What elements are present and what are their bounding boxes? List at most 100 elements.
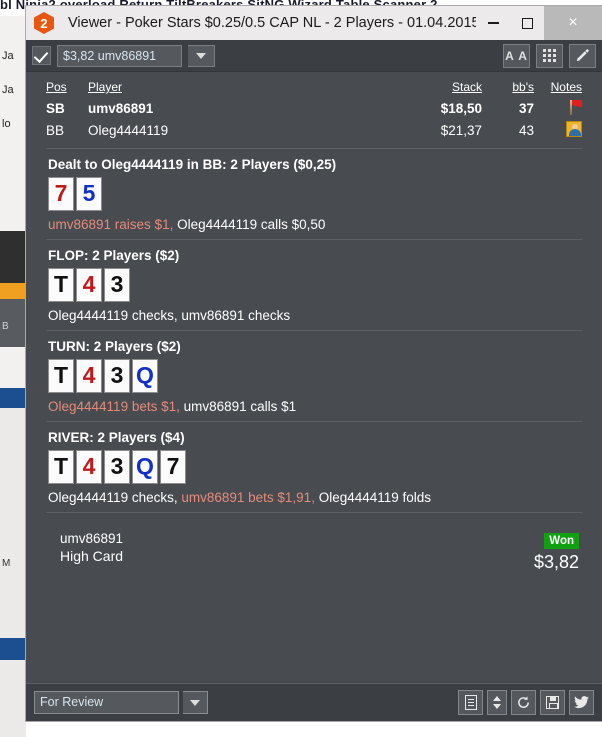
card: 7 (160, 450, 186, 484)
hand-select-checkbox[interactable] (32, 46, 51, 65)
background-orange-block (0, 283, 26, 299)
divider (46, 239, 582, 240)
players-table: Pos Player Stack bb's Notes SB umv86891 … (46, 80, 582, 141)
player-note-cell[interactable] (534, 119, 582, 141)
player-bbs: 37 (482, 97, 534, 119)
player-avatar-icon[interactable] (566, 121, 582, 137)
viewer-window: 2 Viewer - Poker Stars $0.25/0.5 CAP NL … (26, 6, 602, 721)
share-twitter-button[interactable] (569, 690, 594, 715)
hand-summary: umv86891 High Card Won $3,82 (46, 531, 582, 593)
window-titlebar[interactable]: 2 Viewer - Poker Stars $0.25/0.5 CAP NL … (26, 6, 602, 40)
background-gray-block: B (0, 299, 26, 347)
notepad-button[interactable] (458, 690, 483, 715)
maximize-icon (522, 18, 533, 29)
cards-row-flop: T 4 3 (48, 268, 582, 302)
updown-spinner-icon (493, 696, 501, 709)
header-notes: Notes (534, 80, 582, 97)
pencil-icon (575, 48, 590, 63)
card: 3 (104, 268, 130, 302)
chevron-down-icon (196, 53, 206, 59)
card: Q (132, 450, 158, 484)
action-segment: Oleg4444119 calls $0,50 (173, 217, 325, 232)
players-table-header-row: Pos Player Stack bb's Notes (46, 80, 582, 97)
edit-button[interactable] (569, 44, 596, 68)
background-label-4: M (2, 558, 10, 569)
twitter-icon (574, 696, 589, 709)
player-note-cell[interactable] (534, 97, 582, 119)
background-label-2: lo (2, 118, 26, 130)
action-segment: Oleg4444119 bets $1, (48, 399, 180, 414)
cards-row-preflop: 7 5 (48, 177, 582, 211)
minimize-icon (488, 22, 499, 24)
bottom-toolbar: For Review (26, 683, 602, 721)
player-stack: $21,37 (398, 119, 482, 141)
card: 4 (76, 268, 102, 302)
action-segment: Oleg4444119 checks, umv86891 checks (48, 308, 290, 323)
card: 4 (76, 359, 102, 393)
maximize-button[interactable] (510, 6, 544, 40)
header-player: Player (88, 80, 398, 97)
action-line-preflop: umv86891 raises $1, Oleg4444119 calls $0… (48, 217, 582, 232)
summary-left: umv86891 High Card (60, 531, 582, 564)
action-segment: Oleg4444119 folds (315, 490, 431, 505)
red-flag-icon[interactable] (566, 99, 582, 115)
header-bbs: bb's (482, 80, 534, 97)
action-segment: umv86891 calls $1 (180, 399, 296, 414)
background-selected-row-1 (0, 388, 26, 408)
card: T (48, 450, 74, 484)
grid-view-button[interactable] (536, 44, 563, 68)
player-name[interactable]: umv86891 (88, 97, 398, 119)
action-segment: umv86891 raises $1, (48, 217, 173, 232)
hand-stepper[interactable] (487, 690, 507, 715)
tag-selector-dropdown-button[interactable] (183, 691, 208, 714)
background-dark-block (0, 231, 26, 283)
hand-selector-dropdown-button[interactable] (188, 45, 215, 67)
table-row[interactable]: SB umv86891 $18,50 37 (46, 97, 582, 119)
background-selected-row-2 (0, 638, 26, 660)
divider (46, 330, 582, 331)
background-label-3: B (2, 321, 9, 332)
action-line-turn: Oleg4444119 bets $1, umv86891 calls $1 (48, 399, 582, 414)
header-stack: Stack (398, 80, 482, 97)
card: 5 (76, 177, 102, 211)
table-row[interactable]: BB Oleg4444119 $21,37 43 (46, 119, 582, 141)
action-segment: Oleg4444119 checks, (48, 490, 178, 505)
font-size-icon: A A (505, 49, 528, 63)
action-line-river: Oleg4444119 checks, umv86891 bets $1,91,… (48, 490, 582, 505)
tag-selector-value[interactable]: For Review (34, 691, 179, 714)
card: Q (132, 359, 158, 393)
font-size-button[interactable]: A A (503, 44, 530, 68)
player-position: BB (46, 119, 88, 141)
card: 7 (48, 177, 74, 211)
card: 3 (104, 450, 130, 484)
background-list-area: M (0, 408, 26, 638)
background-list-area-2 (0, 660, 26, 737)
close-button[interactable]: × (544, 6, 602, 40)
floppy-save-icon (546, 696, 559, 709)
minimize-button[interactable] (476, 6, 510, 40)
street-heading-preflop: Dealt to Oleg4444119 in BB: 2 Players ($… (48, 157, 582, 172)
status-badge: Won (544, 533, 579, 549)
refresh-button[interactable] (511, 690, 536, 715)
hand-selector-value[interactable]: $3,82 umv86891 (57, 45, 182, 67)
grid-icon (543, 49, 556, 62)
background-label-0: Ja (2, 50, 26, 62)
cards-row-river: T 4 3 Q 7 (48, 450, 582, 484)
divider (46, 421, 582, 422)
player-name[interactable]: Oleg4444119 (88, 119, 398, 141)
cards-row-turn: T 4 3 Q (48, 359, 582, 393)
street-heading-river: RIVER: 2 Players ($4) (48, 430, 582, 445)
card: T (48, 359, 74, 393)
street-heading-flop: FLOP: 2 Players ($2) (48, 248, 582, 263)
background-left-panel: Ja Ja lo B M (0, 16, 26, 721)
save-button[interactable] (540, 690, 565, 715)
street-heading-turn: TURN: 2 Players ($2) (48, 339, 582, 354)
player-position: SB (46, 97, 88, 119)
summary-winner-name: umv86891 (60, 531, 582, 546)
player-bbs: 43 (482, 119, 534, 141)
divider (46, 512, 582, 513)
summary-right: Won $3,82 (534, 531, 579, 573)
card: 4 (76, 450, 102, 484)
background-label-1: Ja (2, 84, 26, 96)
action-segment: umv86891 bets $1,91, (178, 490, 315, 505)
